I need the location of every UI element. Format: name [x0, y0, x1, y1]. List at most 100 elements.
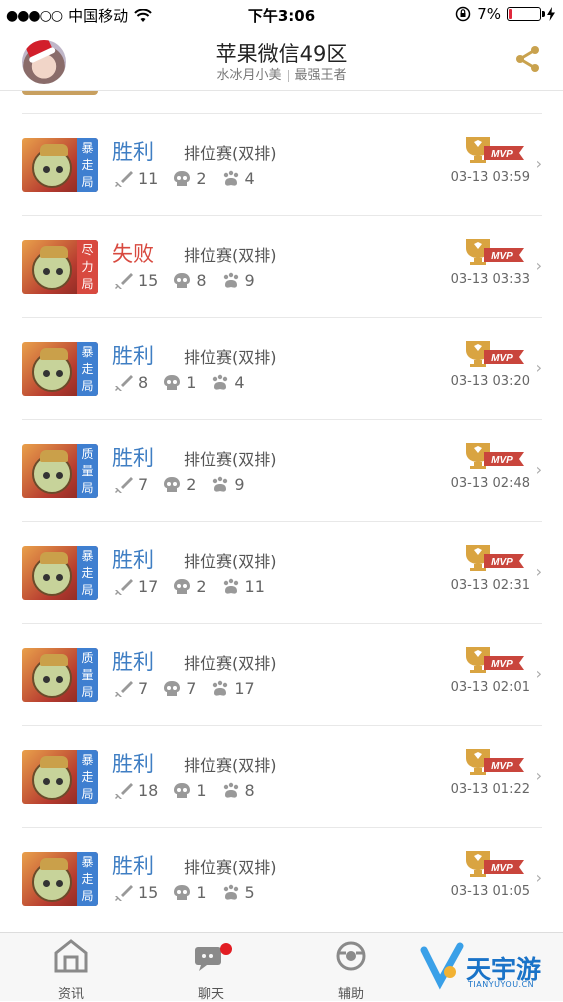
tab-chat[interactable]: 聊天: [166, 939, 256, 1002]
match-time: 03-13 01:22: [450, 782, 530, 797]
deaths-count: 7: [186, 679, 197, 698]
match-time: 03-13 02:31: [450, 578, 530, 593]
match-tag-char: 力: [81, 259, 94, 274]
profile-header: 苹果微信49区 水冰月小美 最强王者: [0, 30, 563, 91]
match-tag-char: 走: [81, 565, 94, 580]
mvp-label: MVP: [491, 251, 513, 262]
deaths-stat: 8: [172, 271, 207, 290]
tab-news-label: 资讯: [57, 987, 84, 1002]
match-time: 03-13 03:20: [450, 374, 530, 389]
kills-stat: 18: [114, 781, 158, 800]
match-tag-char: 局: [81, 174, 94, 189]
mvp-trophy-icon: MVP: [466, 443, 524, 469]
match-row[interactable]: 尽 力 局 失败 排位赛(双排) 15 8 9 MVP 03-13 03:33 …: [22, 215, 542, 317]
match-row[interactable]: 暴 走 局 胜利 排位赛(双排) 18 1 8 MVP 03-13 01:22 …: [22, 725, 542, 827]
match-tag: 暴 走 局: [77, 342, 98, 396]
hero-thumbnail: 暴 走 局: [22, 342, 98, 396]
match-result: 胜利: [112, 344, 154, 368]
status-bar: ●●●○○ 中国移动 下午3:06 7%: [0, 0, 563, 30]
player-rank: 最强王者: [294, 68, 347, 83]
deaths-stat: 2: [162, 475, 196, 494]
match-row[interactable]: 暴 走 局 胜利 排位赛(双排) 11 2 4 MVP 03-13 03:59 …: [22, 113, 542, 215]
mvp-trophy-icon: MVP: [466, 341, 524, 367]
match-row[interactable]: 暴 走 局 胜利 排位赛(双排) 17 2 11 MVP 03-13 02:31…: [22, 521, 542, 623]
watermark-logo-icon: [420, 942, 464, 990]
match-mode: 排位赛(双排): [184, 348, 277, 367]
chevron-right-icon: ›: [535, 460, 542, 479]
hero-thumbnail: 暴 走 局: [22, 138, 98, 192]
match-result: 胜利: [112, 650, 154, 674]
assists-stat: 9: [210, 475, 245, 494]
tab-assist[interactable]: 辅助: [306, 939, 396, 1002]
watermark: 天宇游 TIANYUYOU.CN: [418, 936, 558, 996]
match-result: 胜利: [112, 140, 154, 164]
sword-icon: [115, 170, 133, 187]
deaths-stat: 2: [172, 577, 207, 596]
deaths-stat: 1: [172, 883, 207, 902]
match-row[interactable]: 质 量 局 胜利 排位赛(双排) 7 2 9 MVP 03-13 02:48 ›: [22, 419, 542, 521]
match-mode: 排位赛(双排): [184, 246, 277, 265]
watermark-url: TIANYUYOU.CN: [468, 980, 535, 989]
match-tag-char: 局: [81, 480, 94, 495]
assist-icon: [336, 941, 366, 971]
sword-icon: [115, 272, 133, 289]
battery-icon: [507, 7, 545, 21]
match-row[interactable]: 暴 走 局 胜利 排位赛(双排) 15 1 5 MVP 03-13 01:05 …: [22, 827, 542, 929]
paw-icon: [223, 272, 238, 288]
skull-icon: [174, 884, 191, 900]
deaths-count: 8: [196, 271, 207, 290]
skull-icon: [174, 272, 191, 288]
skull-icon: [174, 782, 191, 798]
charging-bolt-icon: [547, 7, 555, 21]
match-stats: 15 1 5: [114, 883, 269, 902]
match-tag: 暴 走 局: [77, 138, 98, 192]
match-stats: 18 1 8: [114, 781, 269, 800]
kills-stat: 8: [114, 373, 148, 392]
deaths-count: 1: [186, 373, 197, 392]
paw-icon: [213, 680, 228, 696]
deaths-stat: 1: [162, 373, 196, 392]
match-row[interactable]: 暴 走 局 胜利 排位赛(双排) 8 1 4 MVP 03-13 03:20 ›: [22, 317, 542, 419]
assists-count: 11: [244, 577, 265, 596]
match-stats: 15 8 9: [114, 271, 269, 290]
chevron-right-icon: ›: [535, 562, 542, 581]
profile-subtitle: 水冰月小美 最强王者: [0, 64, 563, 83]
paw-icon: [223, 782, 238, 798]
hero-thumbnail: 暴 走 局: [22, 750, 98, 804]
match-tag-char: 走: [81, 769, 94, 784]
assists-stat: 9: [221, 271, 255, 290]
tab-news[interactable]: 资讯: [26, 939, 116, 1002]
kills-count: 11: [138, 169, 159, 188]
sword-icon: [115, 476, 133, 493]
match-tag-char: 量: [81, 463, 94, 478]
sword-icon: [115, 374, 133, 391]
match-tag-char: 走: [81, 871, 94, 886]
match-tag: 暴 走 局: [77, 852, 98, 906]
match-tag-char: 局: [81, 786, 94, 801]
match-mode: 排位赛(双排): [184, 144, 277, 163]
match-tag-char: 质: [81, 650, 94, 665]
match-stats: 17 2 11: [114, 577, 279, 596]
match-stats: 11 2 4: [114, 169, 269, 188]
match-row[interactable]: 质 量 局 胜利 排位赛(双排) 7 7 17 MVP 03-13 02:01 …: [22, 623, 542, 725]
match-mode: 排位赛(双排): [184, 858, 277, 877]
assists-stat: 4: [210, 373, 245, 392]
skull-icon: [164, 680, 181, 696]
skull-icon: [174, 170, 191, 186]
match-result: 失败: [112, 242, 154, 266]
paw-icon: [223, 170, 238, 186]
assists-count: 5: [244, 883, 255, 902]
assists-stat: 11: [221, 577, 265, 596]
match-mode: 排位赛(双排): [184, 450, 277, 469]
assists-stat: 17: [210, 679, 255, 698]
share-icon[interactable]: [513, 44, 543, 74]
match-result: 胜利: [112, 548, 154, 572]
hero-thumbnail: 质 量 局: [22, 444, 98, 498]
match-tag-char: 局: [81, 378, 94, 393]
mvp-trophy-icon: MVP: [466, 851, 524, 877]
match-stats: 8 1 4: [114, 373, 259, 392]
assists-count: 8: [244, 781, 255, 800]
rotation-lock-icon: [455, 6, 471, 22]
assists-count: 4: [234, 373, 245, 392]
match-mode: 排位赛(双排): [184, 654, 277, 673]
